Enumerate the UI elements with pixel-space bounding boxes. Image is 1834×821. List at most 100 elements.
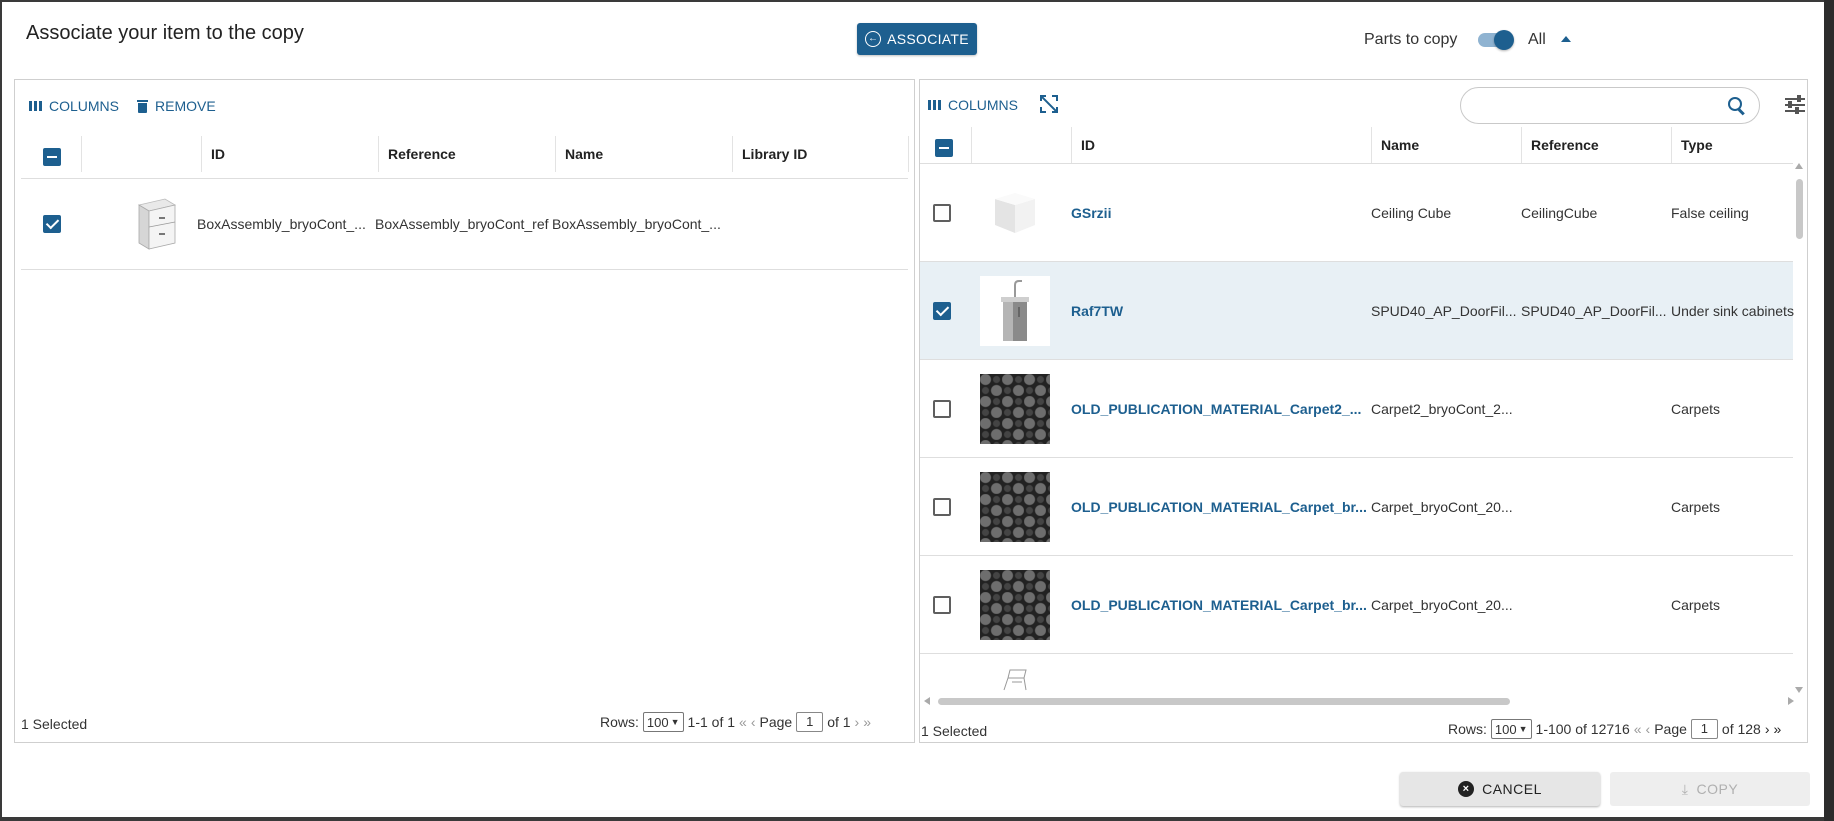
row-reference: BoxAssembly_bryoCont_ref <box>375 216 549 232</box>
cancel-button[interactable]: × CANCEL <box>1400 772 1600 806</box>
rows-per-page-select[interactable]: 100 ▼ <box>1490 719 1532 739</box>
parts-scope-label: All <box>1528 31 1546 48</box>
row-name: Carpet2_bryoCont_2... <box>1371 400 1513 417</box>
row-reference <box>1521 458 1667 555</box>
row-type: Carpets <box>1671 498 1721 515</box>
column-header-name[interactable]: Name <box>555 136 732 172</box>
column-header-library-id[interactable]: Library ID <box>732 136 909 172</box>
left-columns-button[interactable]: COLUMNS <box>29 98 119 114</box>
column-header-reference[interactable]: Reference <box>1521 127 1671 163</box>
row-id-link[interactable]: OLD_PUBLICATION_MATERIAL_Carpet_br... <box>1071 458 1367 555</box>
row-id: BoxAssembly_bryoCont_... <box>197 216 366 232</box>
last-page-icon[interactable]: » <box>1774 721 1782 737</box>
right-footer: 1 Selected Rows: 100 ▼ 1-100 of 12716 « … <box>920 719 1807 742</box>
selected-items-panel: COLUMNS REMOVE ID Reference Name Library… <box>14 79 915 743</box>
row-type: Carpets <box>1671 596 1721 613</box>
caret-up-icon[interactable] <box>1561 36 1571 42</box>
columns-icon <box>928 100 941 110</box>
rows-per-page-select[interactable]: 100 ▼ <box>642 712 684 732</box>
drawer-cabinet-icon <box>137 198 177 250</box>
row-id-link[interactable]: OLD_PUBLICATION_MATERIAL_Carpet2_... <box>1071 360 1367 457</box>
table-row[interactable]: GSrzii Ceiling Cube CeilingCube False ce… <box>920 164 1793 262</box>
row-id-link[interactable]: Raf7TW <box>1071 262 1367 359</box>
table-row[interactable]: BoxAssembly_bryoCont_... BoxAssembly_bry… <box>21 179 908 270</box>
prev-page-icon[interactable]: ‹ <box>751 714 756 730</box>
backdrop-edge <box>1824 0 1834 821</box>
first-page-icon[interactable]: « <box>739 714 747 730</box>
left-pager: Rows: 100 ▼ 1-1 of 1 « ‹ Page 1 of 1 › » <box>600 712 871 732</box>
rows-label: Rows: <box>1448 721 1487 737</box>
row-id-link[interactable]: GSrzii <box>1071 164 1367 261</box>
row-type: Under sink cabinets <box>1671 302 1794 319</box>
last-page-icon[interactable]: » <box>863 714 871 730</box>
page-label: Page <box>1654 721 1687 737</box>
cancel-label: CANCEL <box>1482 781 1542 797</box>
carpet-texture-thumbnail <box>980 373 1050 444</box>
search-input[interactable] <box>1460 87 1760 124</box>
next-page-icon[interactable]: › <box>1765 721 1770 737</box>
column-header-id[interactable]: ID <box>1071 127 1371 163</box>
sink-cabinet-icon <box>1001 279 1029 341</box>
parts-to-copy-toggle[interactable] <box>1476 30 1514 50</box>
table-row[interactable]: OLD_PUBLICATION_MATERIAL_Carpet_br... Ca… <box>920 458 1793 556</box>
row-thumbnail <box>980 275 1050 346</box>
thumbnail-column-header <box>971 127 1071 163</box>
row-type: Carpets <box>1671 400 1721 417</box>
column-header-reference[interactable]: Reference <box>378 136 555 172</box>
row-name: Carpet_bryoCont_20... <box>1371 498 1513 515</box>
right-columns-button[interactable]: COLUMNS <box>928 97 1018 113</box>
next-page-icon[interactable]: › <box>855 714 860 730</box>
row-reference: SPUD40_AP_DoorFil... <box>1521 302 1667 319</box>
prev-page-icon[interactable]: ‹ <box>1646 721 1651 737</box>
left-table-header: ID Reference Name Library ID <box>15 136 914 172</box>
row-checkbox[interactable] <box>43 215 61 233</box>
right-table-header: ID Name Reference Type <box>920 127 1807 163</box>
rows-per-page-value: 100 <box>1494 721 1517 737</box>
thumbnail-column-header <box>81 136 201 172</box>
rows-per-page-value: 100 <box>646 714 669 730</box>
table-row[interactable]: OLD_PUBLICATION_MATERIAL_Carpet_br... Ca… <box>920 556 1793 654</box>
page-count: of 1 <box>827 714 851 730</box>
remove-button[interactable]: REMOVE <box>137 98 216 114</box>
vertical-scrollbar[interactable] <box>1794 163 1804 693</box>
left-footer: 1 Selected Rows: 100 ▼ 1-1 of 1 « ‹ Page… <box>15 712 914 736</box>
column-header-id[interactable]: ID <box>201 136 378 172</box>
copy-button[interactable]: ⤓ COPY <box>1610 772 1810 806</box>
row-checkbox[interactable] <box>933 301 951 320</box>
column-header-type[interactable]: Type <box>1671 127 1807 163</box>
page-number-input[interactable]: 1 <box>1690 719 1718 739</box>
row-checkbox[interactable] <box>933 497 951 516</box>
filter-settings-icon[interactable] <box>1785 95 1805 114</box>
columns-label: COLUMNS <box>49 98 120 114</box>
row-name: BoxAssembly_bryoCont_... <box>552 216 721 232</box>
left-select-all-checkbox[interactable] <box>43 148 61 166</box>
row-type: False ceiling <box>1671 204 1749 221</box>
trash-icon <box>137 99 148 113</box>
table-row[interactable]: OLD_PUBLICATION_MATERIAL_Carpet2_... Car… <box>920 360 1793 458</box>
page-number-input[interactable]: 1 <box>796 712 824 732</box>
row-name: Ceiling Cube <box>1371 204 1452 221</box>
horizontal-scrollbar[interactable] <box>924 696 1794 706</box>
row-thumbnail <box>980 178 1050 248</box>
right-select-all-checkbox[interactable] <box>935 139 953 157</box>
first-page-icon[interactable]: « <box>1634 721 1642 737</box>
associate-button-label: ASSOCIATE <box>887 31 969 47</box>
deselect-all-icon[interactable] <box>1040 95 1058 113</box>
associate-dialog: Associate your item to the copy ← ASSOCI… <box>2 2 1824 817</box>
close-circle-icon: × <box>1458 781 1475 797</box>
selected-count: 1 Selected <box>921 723 988 739</box>
table-row[interactable]: Raf7TW SPUD40_AP_DoorFil... SPUD40_AP_Do… <box>920 262 1794 360</box>
range-text: 1-100 of 12716 <box>1535 721 1630 737</box>
search-icon[interactable] <box>1728 97 1745 114</box>
row-checkbox[interactable] <box>933 399 951 418</box>
associate-button[interactable]: ← ASSOCIATE <box>857 23 977 55</box>
carpet-texture-thumbnail <box>980 569 1050 640</box>
selected-count: 1 Selected <box>21 716 88 732</box>
row-checkbox[interactable] <box>933 203 951 222</box>
row-thumbnail <box>121 179 193 269</box>
row-id-link[interactable]: OLD_PUBLICATION_MATERIAL_Carpet_br... <box>1071 556 1367 653</box>
dialog-title: Associate your item to the copy <box>26 22 304 44</box>
row-checkbox[interactable] <box>933 595 951 614</box>
chevron-down-icon: ▼ <box>1518 724 1528 734</box>
column-header-name[interactable]: Name <box>1371 127 1521 163</box>
